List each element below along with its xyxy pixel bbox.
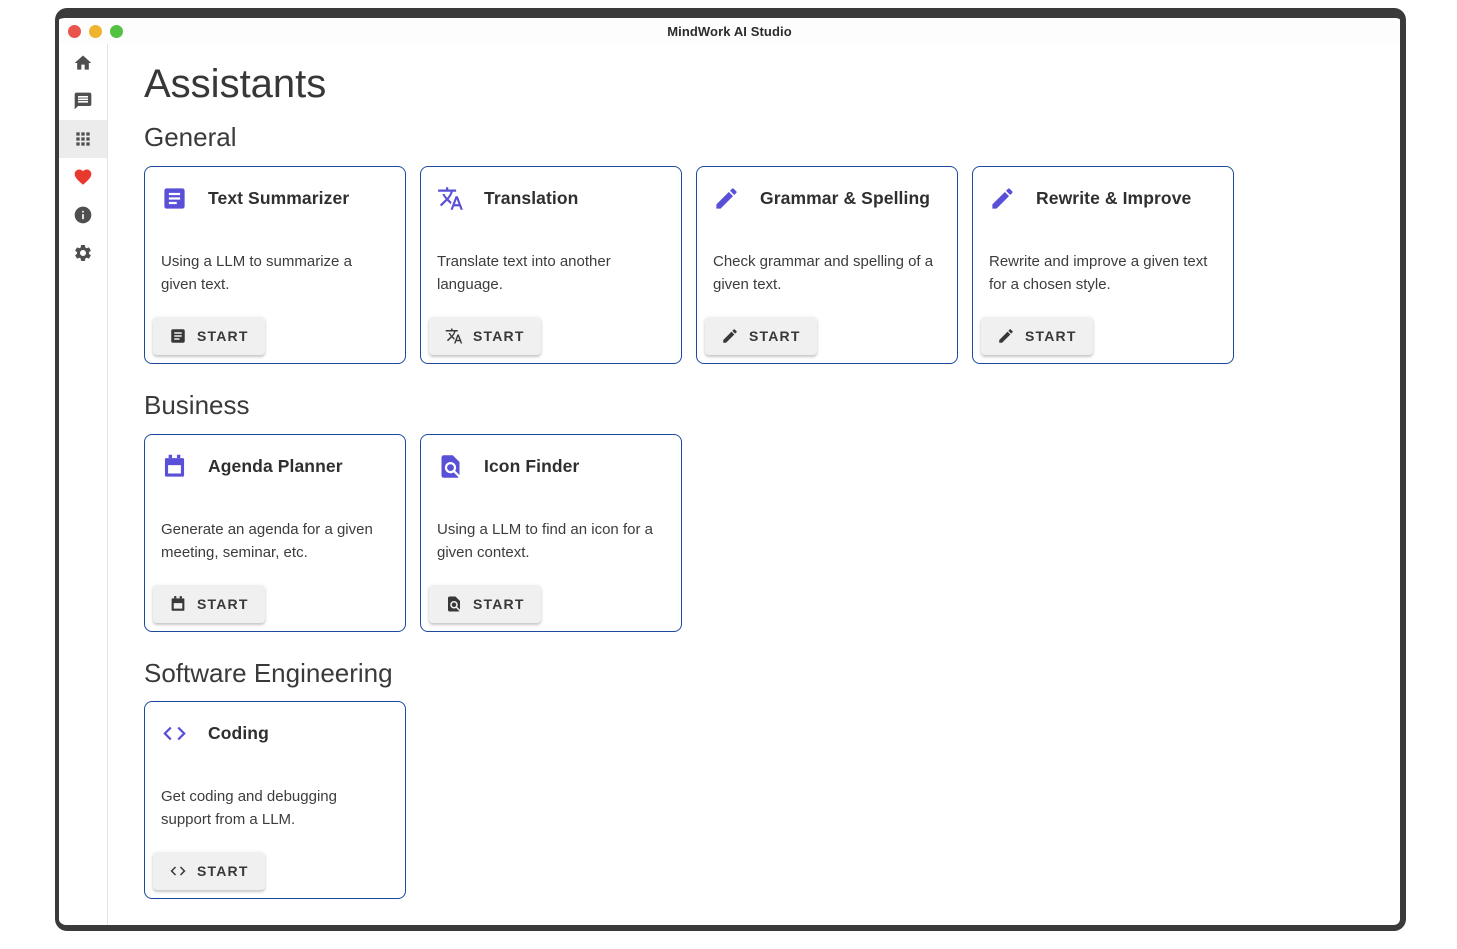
chat-icon (73, 91, 93, 111)
apps-grid-icon (73, 129, 93, 149)
sidebar-item-settings[interactable] (59, 234, 107, 272)
desktop-background: { "window": { "title": "MindWork AI Stud… (0, 0, 1457, 949)
start-button-label: START (1025, 328, 1077, 344)
sidebar-item-home[interactable] (59, 44, 107, 82)
icon-search-icon (445, 595, 463, 613)
code-icon (161, 720, 188, 747)
card-title: Rewrite & Improve (1036, 188, 1191, 209)
info-icon (73, 205, 93, 225)
card-title: Icon Finder (484, 456, 579, 477)
main-content: Assistants General Text Summarizer Using… (108, 44, 1400, 925)
assistant-card-grammar-spelling: Grammar & Spelling Check grammar and spe… (696, 166, 958, 364)
home-icon (73, 53, 93, 73)
card-description: Rewrite and improve a given text for a c… (989, 250, 1217, 296)
start-button-grammar-spelling[interactable]: START (705, 317, 817, 355)
card-description: Using a LLM to summarize a given text. (161, 250, 389, 296)
card-header: Rewrite & Improve (989, 185, 1217, 212)
sidebar-item-favorites[interactable] (59, 158, 107, 196)
section-heading-software-engineering: Software Engineering (144, 659, 1380, 689)
card-header: Text Summarizer (161, 185, 389, 212)
app-body: Assistants General Text Summarizer Using… (59, 44, 1400, 925)
titlebar: MindWork AI Studio (59, 18, 1400, 44)
card-description: Using a LLM to find an icon for a given … (437, 518, 665, 564)
sidebar (59, 44, 108, 925)
card-row: Agenda Planner Generate an agenda for a … (144, 434, 1380, 632)
icon-search-icon (437, 453, 464, 480)
page-title: Assistants (144, 62, 1380, 107)
start-button-label: START (197, 328, 249, 344)
card-header: Translation (437, 185, 665, 212)
edit-pencil-icon (989, 185, 1016, 212)
sidebar-item-assistants[interactable] (59, 120, 107, 158)
start-button-label: START (197, 596, 249, 612)
minimize-button[interactable] (89, 25, 102, 38)
card-header: Coding (161, 720, 389, 747)
traffic-lights (59, 25, 123, 38)
edit-pencil-icon (721, 327, 739, 345)
start-button-label: START (749, 328, 801, 344)
gear-icon (73, 243, 93, 263)
start-button-rewrite-improve[interactable]: START (981, 317, 1093, 355)
maximize-button[interactable] (110, 25, 123, 38)
card-header: Icon Finder (437, 453, 665, 480)
assistant-card-text-summarizer: Text Summarizer Using a LLM to summarize… (144, 166, 406, 364)
article-icon (169, 327, 187, 345)
card-title: Translation (484, 188, 578, 209)
assistant-card-icon-finder: Icon Finder Using a LLM to find an icon … (420, 434, 682, 632)
calendar-icon (161, 453, 188, 480)
sidebar-item-chat[interactable] (59, 82, 107, 120)
card-description: Translate text into another language. (437, 250, 665, 296)
start-button-translation[interactable]: START (429, 317, 541, 355)
sections-container: General Text Summarizer Using a LLM to s… (144, 123, 1380, 900)
card-title: Grammar & Spelling (760, 188, 930, 209)
translate-icon (445, 327, 463, 345)
card-title: Text Summarizer (208, 188, 349, 209)
heart-icon (73, 167, 93, 187)
start-button-label: START (473, 596, 525, 612)
card-row: Text Summarizer Using a LLM to summarize… (144, 166, 1380, 364)
translate-icon (437, 185, 464, 212)
app-window: MindWork AI Studio Assistants General Te… (55, 8, 1406, 931)
card-row: Coding Get coding and debugging support … (144, 701, 1380, 899)
start-button-text-summarizer[interactable]: START (153, 317, 265, 355)
start-button-label: START (197, 863, 249, 879)
start-button-icon-finder[interactable]: START (429, 585, 541, 623)
card-title: Coding (208, 723, 269, 744)
edit-pencil-icon (713, 185, 740, 212)
article-icon (161, 185, 188, 212)
window-title: MindWork AI Studio (59, 24, 1400, 39)
assistant-card-translation: Translation Translate text into another … (420, 166, 682, 364)
calendar-icon (169, 595, 187, 613)
card-description: Check grammar and spelling of a given te… (713, 250, 941, 296)
code-icon (169, 862, 187, 880)
card-title: Agenda Planner (208, 456, 343, 477)
assistant-card-rewrite-improve: Rewrite & Improve Rewrite and improve a … (972, 166, 1234, 364)
section-heading-general: General (144, 123, 1380, 153)
card-description: Get coding and debugging support from a … (161, 785, 389, 831)
start-button-label: START (473, 328, 525, 344)
card-header: Grammar & Spelling (713, 185, 941, 212)
assistant-card-agenda-planner: Agenda Planner Generate an agenda for a … (144, 434, 406, 632)
assistant-card-coding: Coding Get coding and debugging support … (144, 701, 406, 899)
close-button[interactable] (68, 25, 81, 38)
start-button-coding[interactable]: START (153, 852, 265, 890)
card-description: Generate an agenda for a given meeting, … (161, 518, 389, 564)
sidebar-item-about[interactable] (59, 196, 107, 234)
section-heading-business: Business (144, 391, 1380, 421)
edit-pencil-icon (997, 327, 1015, 345)
start-button-agenda-planner[interactable]: START (153, 585, 265, 623)
card-header: Agenda Planner (161, 453, 389, 480)
